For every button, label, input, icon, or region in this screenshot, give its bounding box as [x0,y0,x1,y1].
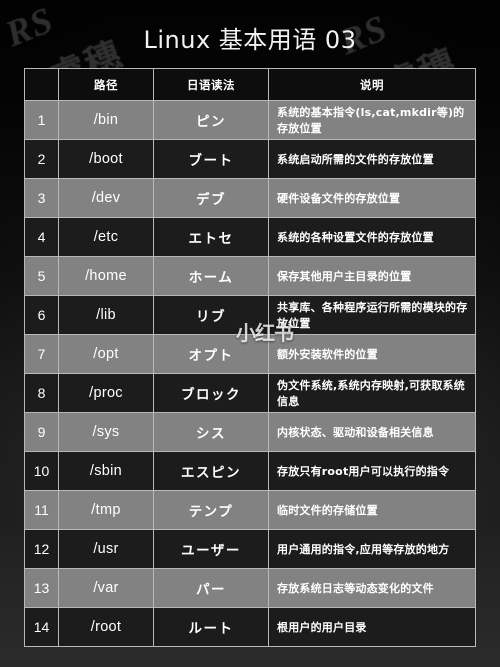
table-row: 8/proc ブロック 伪文件系统,系统内存映射,可获取系统信息 [24,373,476,413]
column-header-index [24,68,59,101]
table-body: 1/bin ピン 系统的基本指令(ls,cat,mkdir等)的存放位置 2/boot… [24,100,476,647]
column-header-description: 说明 [268,68,476,101]
cell-reading: ホーム [153,256,269,296]
cell-reading: エトセ [153,217,269,257]
slide-canvas: RS 睿穗 RS 睿穗 RS 睿穗 RS 睿穗 RS 睿穗 小红书 Linux … [0,0,500,667]
table-row: 2/boot ブート 系统启动所需的文件的存放位置 [24,139,476,179]
table-row: 1/bin ピン 系统的基本指令(ls,cat,mkdir等)的存放位置 [24,100,476,140]
cell-reading: ブート [153,139,269,179]
cell-path: /opt [58,334,154,374]
table: 路径 日语读法 说明 1/bin ピン 系统的基本指令(ls,cat,mkdir等)… [24,68,476,647]
cell-index: 5 [24,256,59,296]
table-row: 7/opt オプト 额外安装软件的位置 [24,334,476,374]
table-row: 4/etc エトセ 系统的各种设置文件的存放位置 [24,217,476,257]
cell-reading: ピン [153,100,269,140]
cell-path: /etc [58,217,154,257]
cell-reading: パー [153,568,269,608]
cell-reading: シス [153,412,269,452]
cell-description: 根用户的用户目录 [268,607,476,647]
cell-index: 6 [24,295,59,335]
cell-reading: デブ [153,178,269,218]
table-row: 11/tmp テンプ 临时文件的存储位置 [24,490,476,530]
cell-index: 4 [24,217,59,257]
cell-path: /boot [58,139,154,179]
cell-index: 14 [24,607,59,647]
cell-index: 1 [24,100,59,140]
cell-path: /bin [58,100,154,140]
cell-description: 保存其他用户主目录的位置 [268,256,476,296]
cell-index: 13 [24,568,59,608]
table-row: 9/sys シス 内核状态、驱动和设备相关信息 [24,412,476,452]
cell-description: 内核状态、驱动和设备相关信息 [268,412,476,452]
cell-reading: ユーザー [153,529,269,569]
cell-path: /usr [58,529,154,569]
cell-index: 10 [24,451,59,491]
cell-description: 共享库、各种程序运行所需的模块的存放位置 [268,295,476,335]
cell-reading: オプト [153,334,269,374]
page-title: Linux 基本用语 03 [143,26,357,54]
cell-description: 系统的各种设置文件的存放位置 [268,217,476,257]
cell-description: 伪文件系统,系统内存映射,可获取系统信息 [268,373,476,413]
table-header-row: 路径 日语读法 说明 [24,68,476,101]
table-row: 12/usr ユーザー 用户通用的指令,应用等存放的地方 [24,529,476,569]
cell-path: /tmp [58,490,154,530]
cell-path: /root [58,607,154,647]
cell-description: 存放只有root用户可以执行的指令 [268,451,476,491]
cell-path: /dev [58,178,154,218]
cell-index: 8 [24,373,59,413]
cell-index: 11 [24,490,59,530]
cell-description: 存放系统日志等动态变化的文件 [268,568,476,608]
table-header: 路径 日语读法 说明 [24,68,476,101]
cell-index: 9 [24,412,59,452]
cell-description: 系统启动所需的文件的存放位置 [268,139,476,179]
table-row: 10/sbin エスピン 存放只有root用户可以执行的指令 [24,451,476,491]
table-row: 13/var パー 存放系统日志等动态变化的文件 [24,568,476,608]
table-row: 5/home ホーム 保存其他用户主目录的位置 [24,256,476,296]
cell-description: 系统的基本指令(ls,cat,mkdir等)的存放位置 [268,100,476,140]
cell-description: 临时文件的存储位置 [268,490,476,530]
cell-index: 7 [24,334,59,374]
cell-reading: ルート [153,607,269,647]
cell-reading: ブロック [153,373,269,413]
cell-path: /sys [58,412,154,452]
linux-directory-table: 路径 日语读法 说明 1/bin ピン 系统的基本指令(ls,cat,mkdir等)… [24,68,476,647]
cell-path: /lib [58,295,154,335]
column-header-path: 路径 [58,68,154,101]
cell-description: 硬件设备文件的存放位置 [268,178,476,218]
cell-path: /sbin [58,451,154,491]
cell-path: /var [58,568,154,608]
cell-description: 额外安装软件的位置 [268,334,476,374]
cell-reading: リブ [153,295,269,335]
cell-path: /proc [58,373,154,413]
table-row: 3/dev デブ 硬件设备文件的存放位置 [24,178,476,218]
cell-reading: エスピン [153,451,269,491]
cell-path: /home [58,256,154,296]
table-row: 14/root ルート 根用户的用户目录 [24,607,476,647]
cell-description: 用户通用的指令,应用等存放的地方 [268,529,476,569]
column-header-reading: 日语读法 [153,68,269,101]
cell-index: 2 [24,139,59,179]
cell-index: 12 [24,529,59,569]
cell-index: 3 [24,178,59,218]
table-row: 6/lib リブ 共享库、各种程序运行所需的模块的存放位置 [24,295,476,335]
cell-reading: テンプ [153,490,269,530]
